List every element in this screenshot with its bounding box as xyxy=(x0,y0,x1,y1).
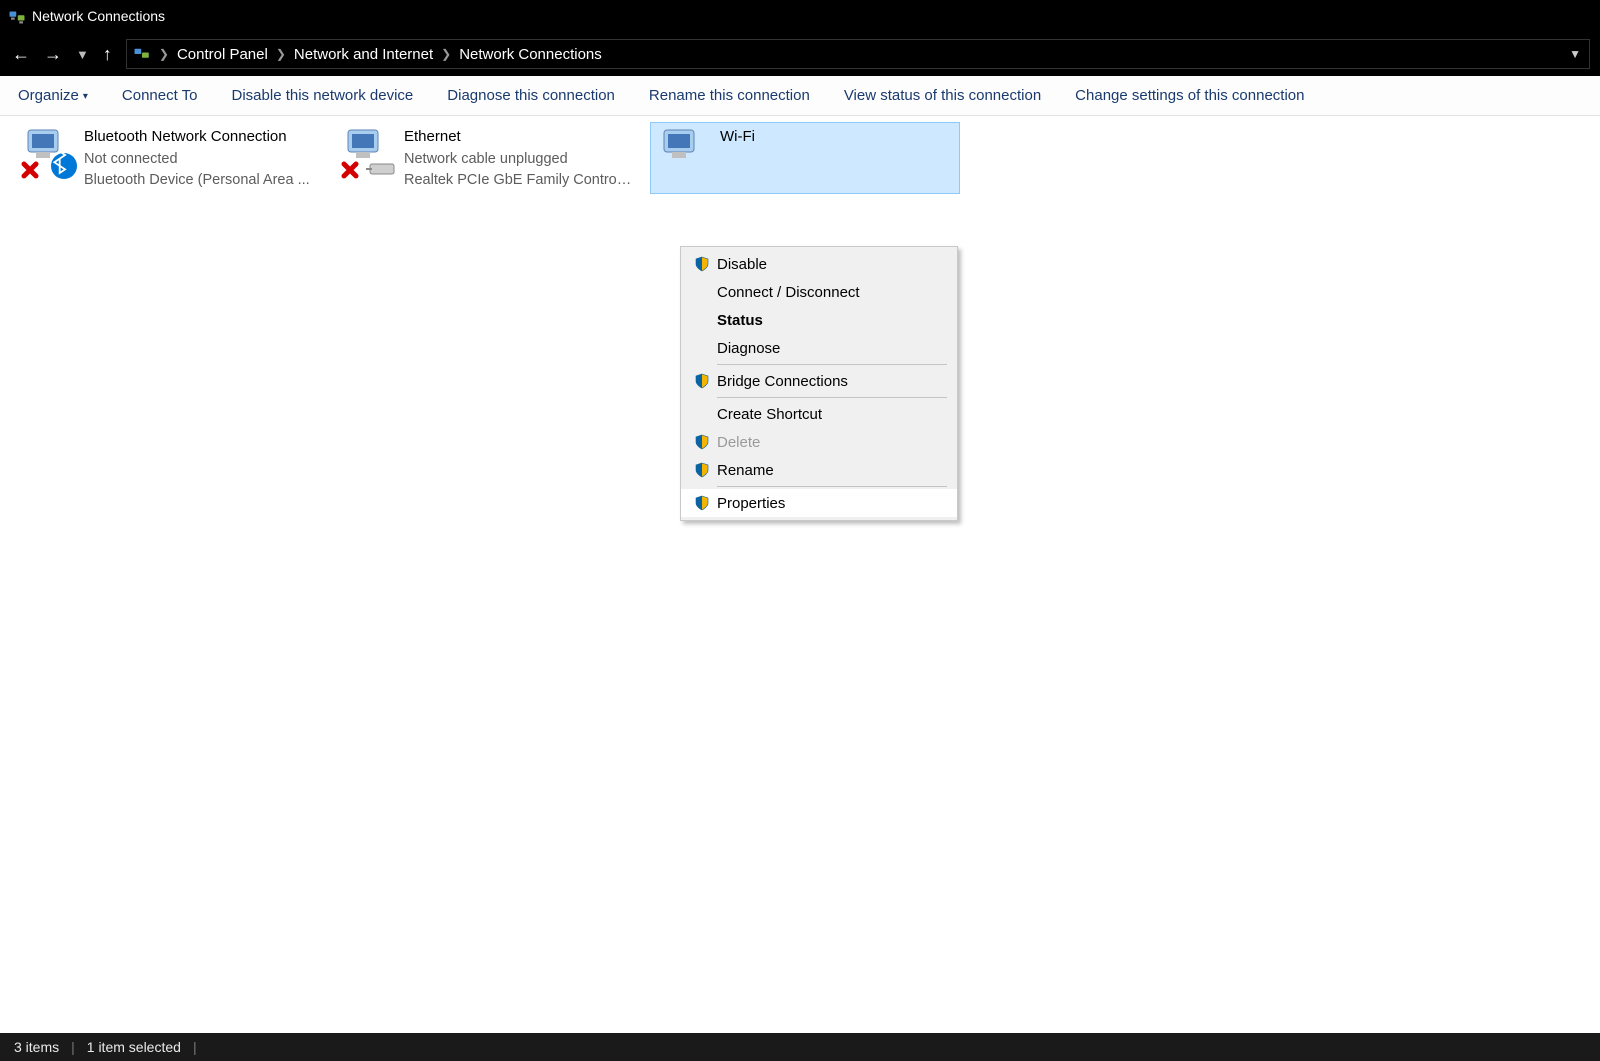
ctx-status[interactable]: Status xyxy=(681,306,957,334)
connection-item-ethernet[interactable]: Ethernet Network cable unplugged Realtek… xyxy=(334,122,644,194)
ctx-rename[interactable]: Rename xyxy=(681,456,957,484)
status-bar: 3 items | 1 item selected | xyxy=(0,1033,1600,1061)
ctx-create-shortcut[interactable]: Create Shortcut xyxy=(681,400,957,428)
network-adapter-icon xyxy=(338,124,398,180)
nav-up-button[interactable]: ↑ xyxy=(103,45,112,63)
ctx-disable[interactable]: Disable xyxy=(681,250,957,278)
diagnose-connection-button[interactable]: Diagnose this connection xyxy=(447,87,615,104)
address-bar[interactable]: ❯ Control Panel ❯ Network and Internet ❯… xyxy=(126,39,1590,69)
shield-icon xyxy=(691,462,713,478)
connection-item-bluetooth[interactable]: Bluetooth Network Connection Not connect… xyxy=(14,122,324,194)
organize-menu[interactable]: Organize▾ xyxy=(18,87,88,104)
nav-forward-button[interactable]: → xyxy=(44,45,62,63)
network-adapter-icon xyxy=(654,124,714,180)
connection-name: Ethernet xyxy=(404,126,634,149)
status-separator: | xyxy=(71,1039,75,1055)
shield-icon xyxy=(691,434,713,450)
ctx-properties[interactable]: Properties xyxy=(681,489,957,517)
connection-status: Not connected xyxy=(84,149,310,171)
connect-to-button[interactable]: Connect To xyxy=(122,87,198,104)
nav-back-button[interactable]: ← xyxy=(12,45,30,63)
nav-recent-dropdown[interactable]: ▼ xyxy=(76,48,89,61)
network-adapter-icon xyxy=(18,124,78,180)
title-bar: Network Connections xyxy=(0,0,1600,32)
window-title: Network Connections xyxy=(32,8,165,24)
command-bar: Organize▾ Connect To Disable this networ… xyxy=(0,76,1600,116)
view-status-button[interactable]: View status of this connection xyxy=(844,87,1041,104)
ctx-separator xyxy=(717,364,947,365)
breadcrumb-network-connections[interactable]: Network Connections xyxy=(457,44,604,65)
status-selection: 1 item selected xyxy=(87,1039,181,1055)
connection-device: Bluetooth Device (Personal Area ... xyxy=(84,170,310,192)
connection-device: Realtek PCIe GbE Family Controller xyxy=(404,170,634,192)
connection-item-wifi[interactable]: Wi-Fi xyxy=(650,122,960,194)
chevron-right-icon: ❯ xyxy=(270,47,292,61)
connection-status: Network cable unplugged xyxy=(404,149,634,171)
chevron-right-icon: ❯ xyxy=(435,47,457,61)
caret-down-icon: ▾ xyxy=(83,91,88,102)
address-history-dropdown[interactable]: ▼ xyxy=(1569,47,1581,61)
status-separator: | xyxy=(193,1039,197,1055)
connection-name: Bluetooth Network Connection xyxy=(84,126,310,149)
ctx-separator xyxy=(717,486,947,487)
shield-icon xyxy=(691,495,713,511)
ctx-connect-disconnect[interactable]: Connect / Disconnect xyxy=(681,278,957,306)
app-icon xyxy=(8,7,26,25)
shield-icon xyxy=(691,256,713,272)
breadcrumb-control-panel[interactable]: Control Panel xyxy=(175,44,270,65)
control-panel-icon xyxy=(133,45,151,63)
navigation-bar: ← → ▼ ↑ ❯ Control Panel ❯ Network and In… xyxy=(0,32,1600,76)
change-settings-button[interactable]: Change settings of this connection xyxy=(1075,87,1304,104)
ctx-diagnose[interactable]: Diagnose xyxy=(681,334,957,362)
content-area: Bluetooth Network Connection Not connect… xyxy=(0,116,1600,1033)
ctx-bridge-connections[interactable]: Bridge Connections xyxy=(681,367,957,395)
status-item-count: 3 items xyxy=(14,1039,59,1055)
connection-name: Wi-Fi xyxy=(720,126,755,149)
breadcrumb-network-internet[interactable]: Network and Internet xyxy=(292,44,435,65)
ctx-delete: Delete xyxy=(681,428,957,456)
chevron-right-icon: ❯ xyxy=(153,47,175,61)
ctx-separator xyxy=(717,397,947,398)
context-menu: Disable Connect / Disconnect Status Diag… xyxy=(680,246,958,521)
disable-device-button[interactable]: Disable this network device xyxy=(232,87,414,104)
shield-icon xyxy=(691,373,713,389)
rename-connection-button[interactable]: Rename this connection xyxy=(649,87,810,104)
